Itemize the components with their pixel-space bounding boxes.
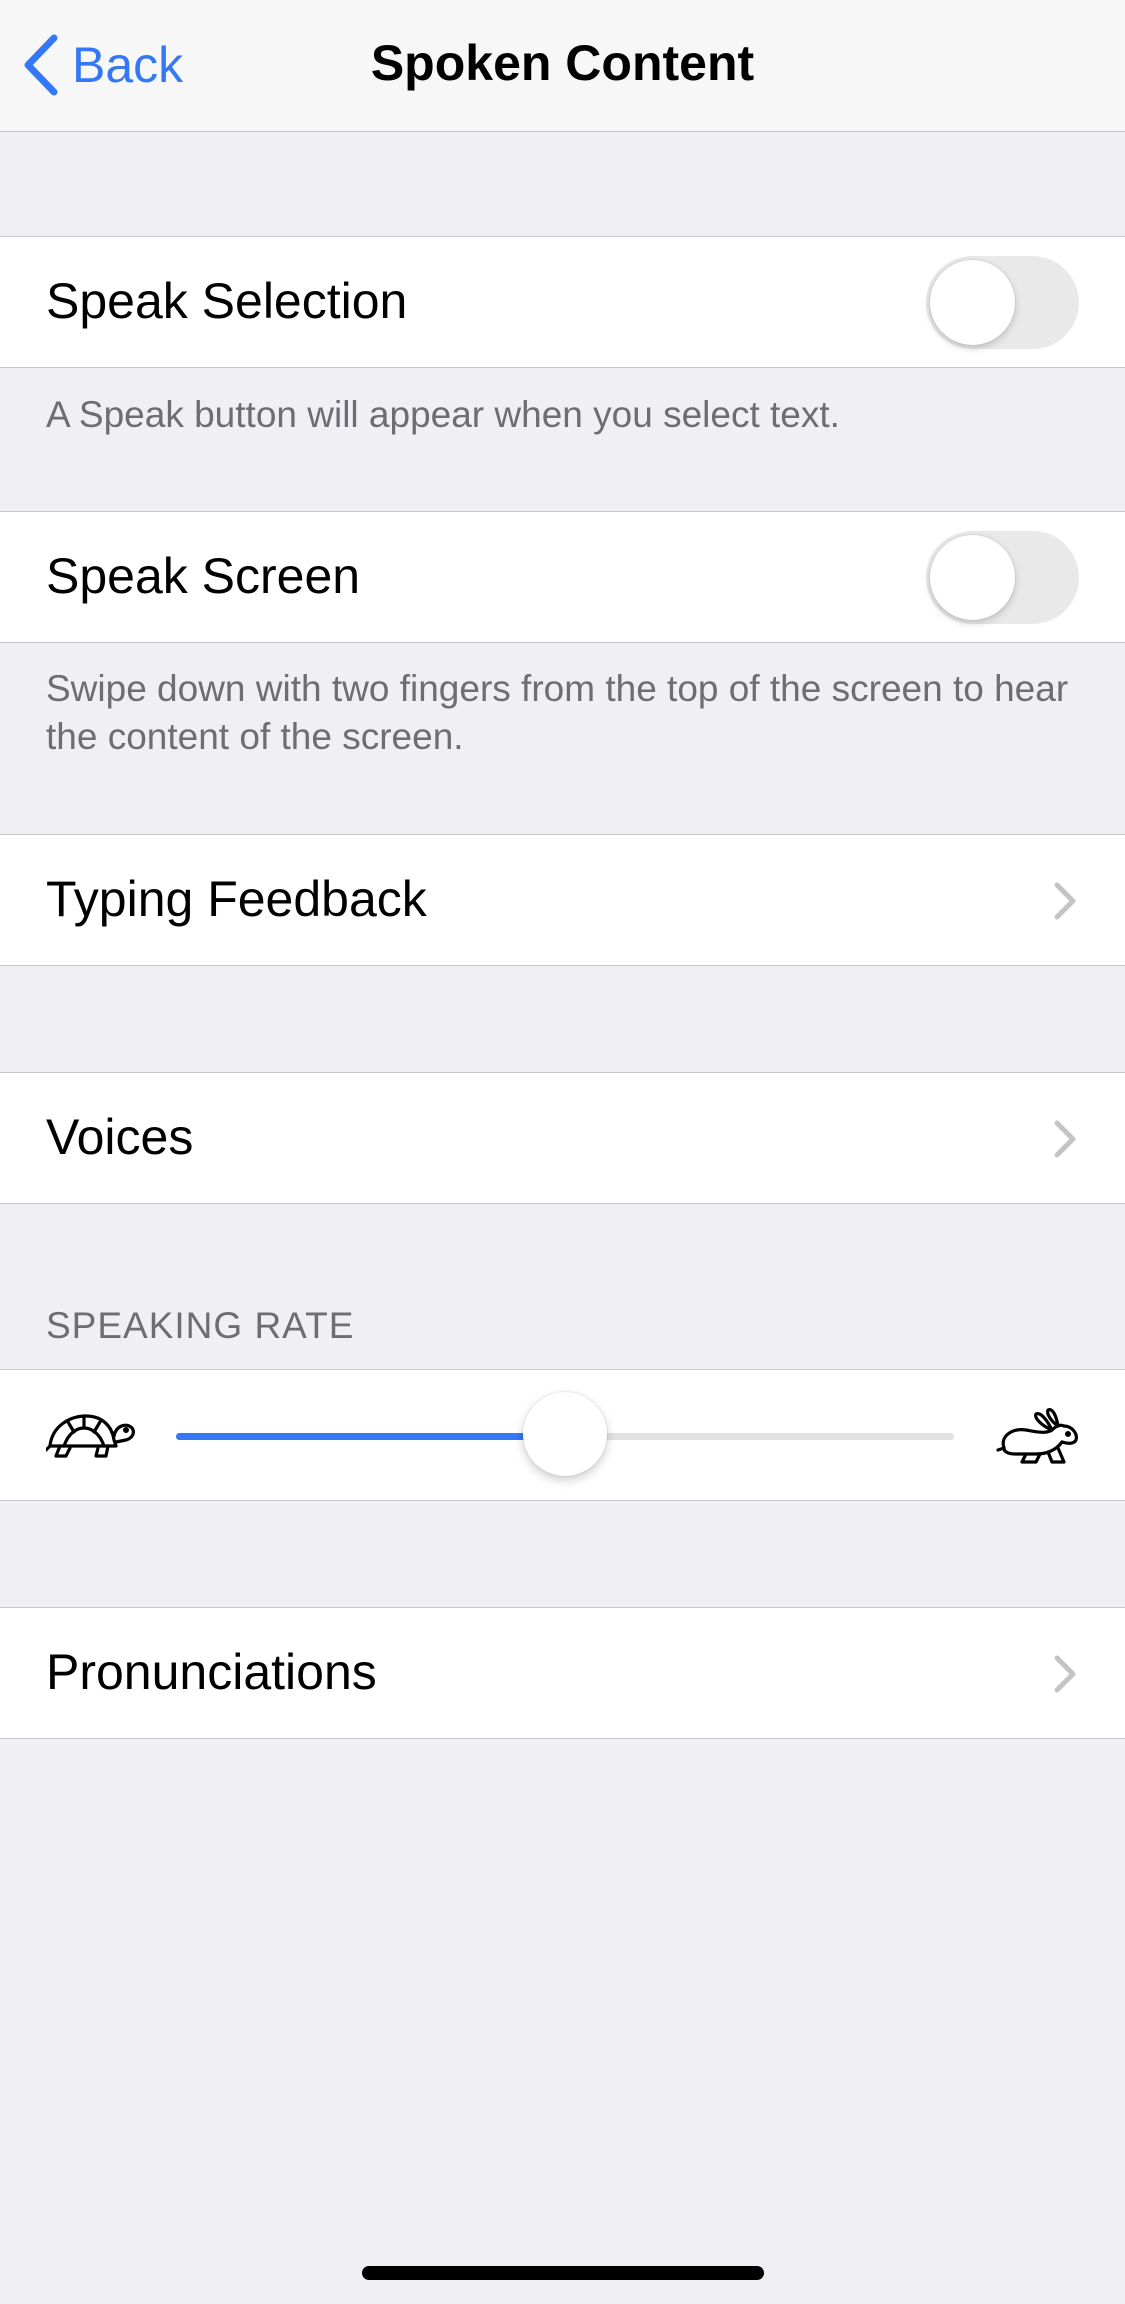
chevron-right-icon [1054,1655,1076,1693]
speak-selection-toggle[interactable] [926,256,1079,349]
slider-thumb[interactable] [523,1392,607,1476]
speaking-rate-row [0,1369,1125,1501]
toggle-knob [930,260,1015,345]
speak-screen-footer: Swipe down with two fingers from the top… [46,668,1069,757]
slider-fill [176,1433,565,1440]
turtle-icon [46,1414,135,1458]
speaking-rate-header: SPEAKING RATE [46,1305,355,1346]
chevron-right-icon [1054,882,1076,920]
pronunciations-row[interactable]: Pronunciations [0,1607,1125,1739]
toggle-knob [930,535,1015,620]
voices-row[interactable]: Voices [0,1072,1125,1204]
voices-label: Voices [46,1109,194,1165]
speak-screen-label: Speak Screen [46,548,361,604]
home-indicator [362,2266,764,2280]
pronunciations-label: Pronunciations [46,1644,377,1700]
chevron-right-icon [1054,1120,1076,1158]
speak-selection-row: Speak Selection [0,236,1125,368]
typing-feedback-row[interactable]: Typing Feedback [0,834,1125,966]
speak-selection-label: Speak Selection [46,273,408,329]
speak-selection-footer: A Speak button will appear when you sele… [46,394,840,435]
rabbit-icon [996,1408,1078,1464]
typing-feedback-label: Typing Feedback [46,871,427,927]
speak-screen-toggle[interactable] [926,531,1079,624]
navigation-bar: Back Spoken Content [0,0,1125,132]
page-title: Spoken Content [370,35,755,91]
speak-screen-row: Speak Screen [0,511,1125,643]
